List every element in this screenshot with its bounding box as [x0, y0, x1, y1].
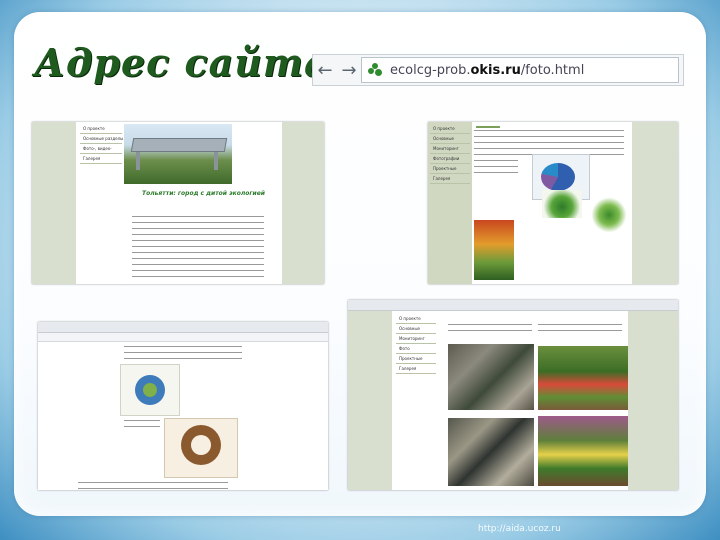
flowerbed-photo-2 — [538, 416, 628, 486]
slide-title: Адрес сайта: — [34, 40, 345, 85]
browser-address-bar: ← → ecolcg-prob. okis.ru/foto.html — [312, 54, 684, 86]
screenshot-4-caption-left — [448, 322, 532, 334]
screenshot-2-menu-item: О проекте — [430, 124, 470, 134]
site-screenshot-4: О проекте Основные Мониторинг Фото Проек… — [348, 300, 678, 490]
screenshot-4-menu-item: Фото — [396, 344, 436, 354]
watermark-text: http://aida.ucoz.ru — [478, 524, 561, 534]
screenshot-3-caption — [124, 418, 160, 430]
screenshot-2-menu-item: Фотографии — [430, 154, 470, 164]
screenshot-2-menu-item: Проектные — [430, 164, 470, 174]
screenshot-4-menu-item: Проектные — [396, 354, 436, 364]
url-path: /foto.html — [520, 62, 585, 78]
screenshot-1-menu-item: Основные разделы — [80, 134, 123, 144]
screenshot-2-menu: О проекте Основные Мониторинг Фотографии… — [430, 124, 470, 184]
screenshot-4-browser-bar — [348, 300, 678, 311]
screenshot-4-menu-item: О проекте — [396, 314, 436, 324]
trash-photo-2 — [448, 418, 534, 486]
screenshot-2-text-left — [474, 158, 518, 176]
screenshot-1-menu-item: Фото-, видео- — [80, 144, 122, 154]
animals-diagram-thumbnail — [164, 418, 238, 478]
screenshot-1-menu: О проекте Основные разделы Фото-, видео-… — [80, 124, 123, 164]
screenshot-3-text-top — [124, 344, 242, 362]
site-screenshot-2: О проекте Основные Мониторинг Фотографии… — [428, 122, 678, 284]
screenshot-3-browser-bar — [38, 322, 328, 333]
url-field[interactable]: ecolcg-prob. okis.ru/foto.html — [361, 57, 679, 83]
screenshot-4-menu-item: Мониторинг — [396, 334, 436, 344]
screenshot-4-menu: О проекте Основные Мониторинг Фото Проек… — [396, 314, 436, 374]
screenshot-2-menu-item: Основные — [430, 134, 470, 144]
plant-photo — [542, 190, 582, 218]
screenshot-4-menu-item: Основные — [396, 324, 436, 334]
url-prefix: ecolcg-prob. — [390, 62, 471, 78]
url-host: okis.ru — [470, 62, 521, 78]
sprout-photo — [590, 194, 628, 232]
screenshot-1-menu-item: О проекте — [80, 124, 122, 134]
site-screenshot-3 — [38, 322, 328, 490]
nav-buttons: ← → — [313, 60, 361, 81]
arrow-left-icon[interactable]: ← — [317, 60, 332, 81]
flowerbed-photo-1 — [538, 346, 628, 410]
screenshot-1-menu-item: Галерея — [80, 154, 122, 164]
city-sign-photo — [124, 124, 232, 184]
screenshot-2-menu-item: Галерея — [430, 174, 470, 184]
site-favicon-icon — [368, 63, 382, 77]
screenshot-2-text-top — [474, 128, 624, 156]
eco-diagram-thumbnail — [120, 364, 180, 416]
screenshot-1-text — [132, 214, 264, 280]
poster-thumbnail — [474, 220, 514, 280]
screenshot-4-menu-item: Галерея — [396, 364, 436, 374]
trash-photo-1 — [448, 344, 534, 410]
screenshot-2-menu-item: Мониторинг — [430, 144, 470, 154]
screenshot-1-heading: Тольятти: город с дитой экологией — [142, 190, 265, 197]
site-screenshot-1: О проекте Основные разделы Фото-, видео-… — [32, 122, 324, 284]
arrow-right-icon[interactable]: → — [341, 60, 356, 81]
screenshot-4-caption-right — [538, 322, 622, 334]
screenshot-3-text-bottom — [78, 480, 228, 490]
